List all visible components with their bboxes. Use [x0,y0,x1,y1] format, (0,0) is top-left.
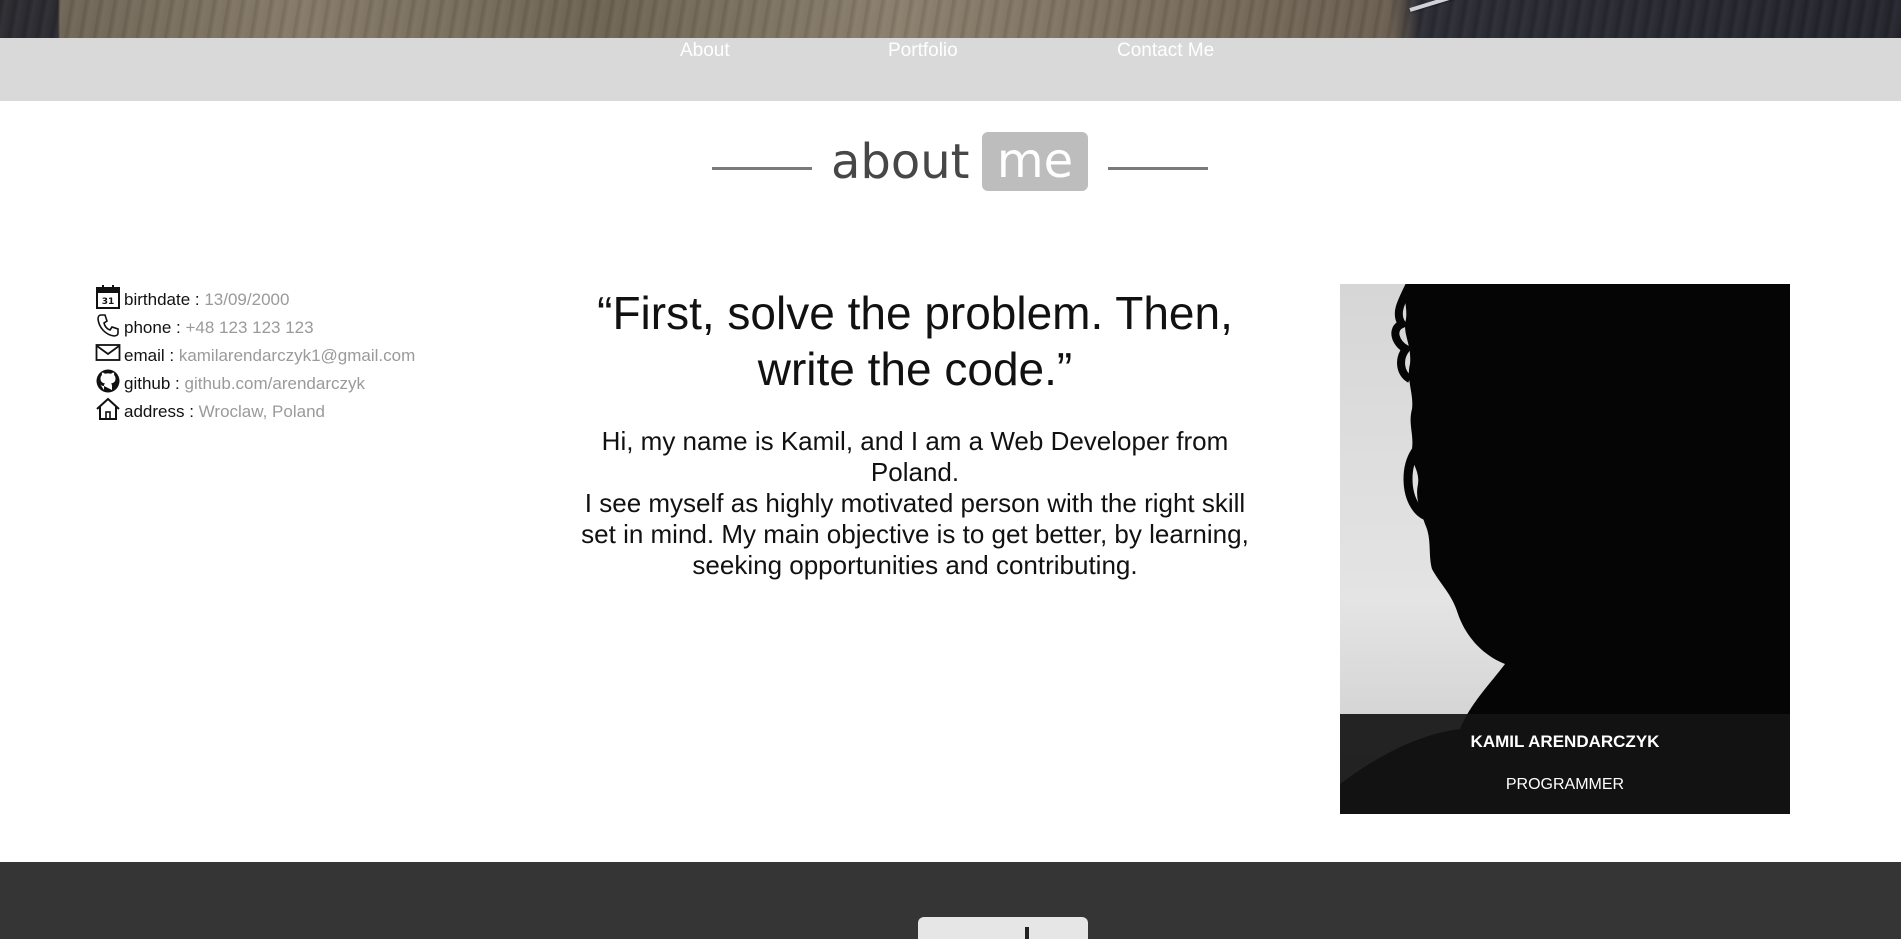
heading-right-line [1108,167,1208,170]
info-label-email: email : [124,346,175,365]
heading-badge: me [982,132,1088,191]
info-label-phone: phone : [124,318,181,337]
profile-card: KAMIL ARENDARCZYK PROGRAMMER [1340,284,1790,814]
nav-link-portfolio[interactable]: Portfolio [888,40,958,62]
info-label-birthdate: birthdate : [124,290,200,309]
info-label-address: address : [124,402,194,421]
footer-tab-mark [1025,927,1029,939]
hero-banner-strip [0,0,1901,38]
wood-texture [0,0,1901,38]
profile-name: KAMIL ARENDARCZYK [1470,732,1660,751]
github-icon [96,369,120,393]
heading-word: about [831,134,970,190]
quote-text: “First, solve the problem. Then, write t… [597,287,1233,395]
info-label-github: github : [124,374,180,393]
info-value-address: Wroclaw, Poland [198,402,325,421]
bio-line-1: Hi, my name is Kamil, and I am a Web Dev… [601,426,1229,487]
heading-left-line [712,167,812,170]
calendar-day-text: 31 [102,297,115,307]
nav-link-contact[interactable]: Contact Me [1117,40,1214,62]
bio-text: Hi, my name is Kamil, and I am a Web Dev… [580,426,1250,581]
footer [0,862,1901,939]
info-value-phone: +48 123 123 123 [185,318,314,337]
calendar-icon: 31 [96,285,120,309]
phone-icon [97,314,119,337]
profile-caption: KAMIL ARENDARCZYK PROGRAMMER [1340,714,1790,814]
info-value-email[interactable]: kamilarendarczyk1@gmail.com [179,346,415,365]
bio-line-2: I see myself as highly motivated person … [581,488,1249,580]
info-value-github[interactable]: github.com/arendarczyk [185,374,365,393]
nav-link-about[interactable]: About [680,40,730,62]
footer-tab[interactable] [918,917,1088,939]
home-icon [96,397,120,420]
section-heading: about me [0,130,1901,194]
info-value-birthdate: 13/09/2000 [204,290,290,309]
profile-role: PROGRAMMER [1505,776,1625,793]
envelope-icon [95,344,121,361]
top-navigation: About Portfolio Contact Me [0,38,1901,101]
